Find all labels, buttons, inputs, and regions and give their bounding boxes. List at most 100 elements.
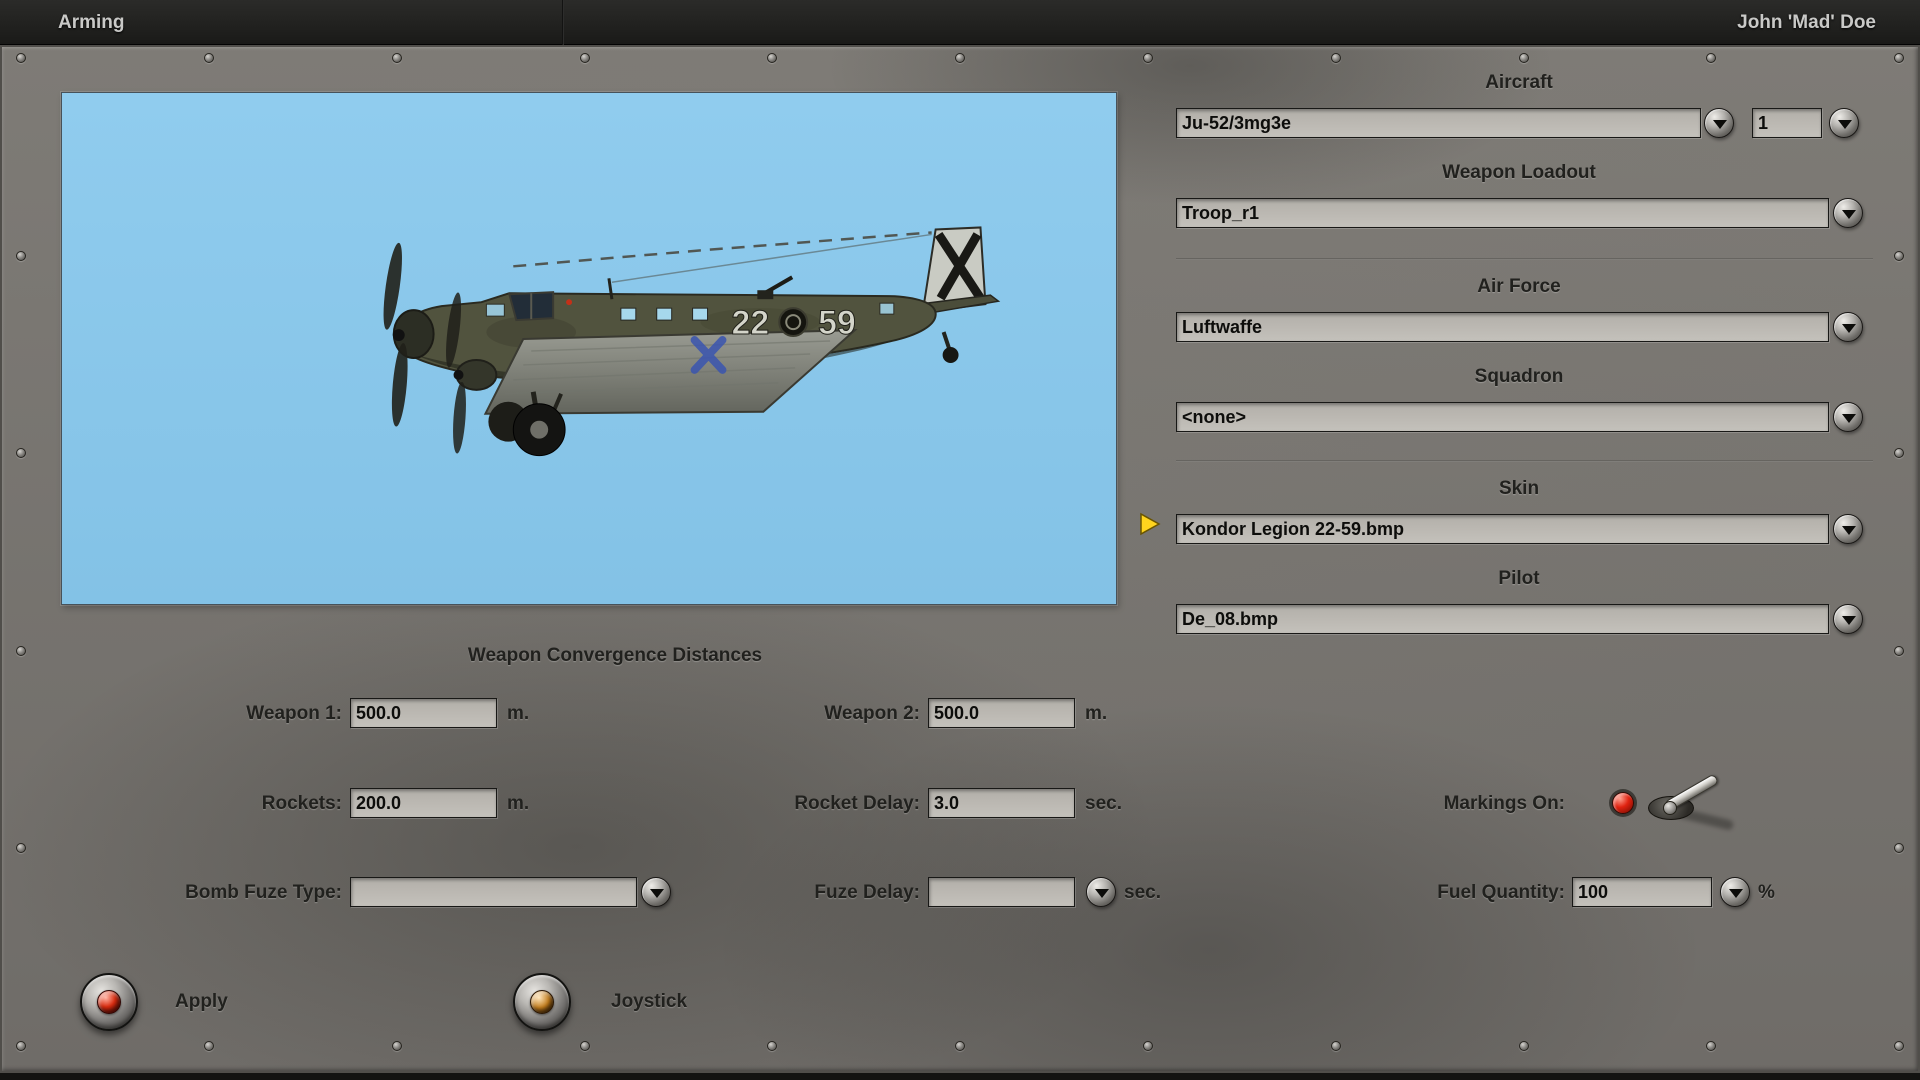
arming-screen: Arming John 'Mad' Doe — [0, 0, 1920, 1080]
rivet-screw — [16, 53, 26, 63]
joystick-button[interactable] — [513, 973, 571, 1031]
skin-arrow[interactable] — [1833, 514, 1863, 544]
separator — [1176, 258, 1873, 260]
red-button-dome — [97, 990, 121, 1014]
chevron-down-icon — [1842, 324, 1856, 333]
rivet-screw — [392, 1041, 402, 1051]
air-force-arrow[interactable] — [1833, 312, 1863, 342]
fuze-delay-input[interactable] — [928, 877, 1075, 907]
skin-select[interactable]: Kondor Legion 22-59.bmp — [1176, 514, 1829, 544]
rivet-screw — [1331, 1041, 1341, 1051]
weapon1-label: Weapon 1: — [142, 703, 342, 725]
aircraft-count-arrow[interactable] — [1829, 108, 1859, 138]
rocket-delay-input[interactable] — [928, 788, 1075, 818]
weapon2-input[interactable] — [928, 698, 1075, 728]
plane-wing — [485, 330, 855, 414]
pilot-select[interactable]: De_08.bmp — [1176, 604, 1829, 634]
bomb-fuze-arrow[interactable] — [641, 877, 671, 907]
air-force-select[interactable]: Luftwaffe — [1176, 312, 1829, 342]
fuselage-number-left: 22 — [732, 304, 770, 342]
rivet-screw — [392, 53, 402, 63]
rivet-screw — [1331, 53, 1341, 63]
weapon1-input[interactable] — [350, 698, 497, 728]
fuel-quantity-input[interactable] — [1572, 877, 1712, 907]
skin-label: Skin — [1176, 478, 1862, 500]
chevron-down-icon — [650, 889, 664, 898]
air-force-label: Air Force — [1176, 276, 1862, 298]
pilot-label: Pilot — [1176, 568, 1862, 590]
rivet-screw — [1706, 1041, 1716, 1051]
rivet-screw — [204, 1041, 214, 1051]
tail-wheel — [943, 332, 959, 363]
fuze-delay-label: Fuze Delay: — [670, 882, 920, 904]
markings-label: Markings On: — [1365, 793, 1565, 815]
fuselage-number-right: 59 — [818, 304, 856, 342]
aircraft-count-input[interactable] — [1752, 108, 1822, 138]
rivet-screw — [955, 1041, 965, 1051]
rivet-screw — [767, 53, 777, 63]
markings-toggle[interactable] — [1596, 766, 1796, 846]
rivet-screw — [1894, 646, 1904, 656]
rivet-screw — [1894, 1041, 1904, 1051]
pilot-arrow[interactable] — [1833, 604, 1863, 634]
fuselage-emblem — [779, 308, 807, 336]
rockets-unit: m. — [507, 793, 529, 815]
weapon2-unit: m. — [1085, 703, 1107, 725]
amber-button-dome — [530, 990, 554, 1014]
screen-title: Arming — [58, 0, 125, 45]
rivet-screw — [1519, 1041, 1529, 1051]
rivet-screw — [204, 53, 214, 63]
chevron-down-icon — [1713, 120, 1727, 129]
rivet-screw — [1143, 53, 1153, 63]
bottom-strip — [0, 1073, 1920, 1080]
rivet-screw — [955, 53, 965, 63]
cursor-pointer-icon — [1138, 512, 1162, 536]
rockets-input[interactable] — [350, 788, 497, 818]
joystick-label: Joystick — [611, 991, 687, 1013]
rivet-screw — [1143, 1041, 1153, 1051]
chevron-down-icon — [1838, 120, 1852, 129]
rivet-screw — [16, 1041, 26, 1051]
chevron-down-icon — [1842, 414, 1856, 423]
apply-button[interactable] — [80, 973, 138, 1031]
weapon2-label: Weapon 2: — [720, 703, 920, 725]
rivet-screw — [16, 251, 26, 261]
fuel-quantity-label: Fuel Quantity: — [1355, 882, 1565, 904]
chevron-down-icon — [1842, 526, 1856, 535]
weapon1-unit: m. — [507, 703, 529, 725]
weapon-loadout-arrow[interactable] — [1833, 198, 1863, 228]
bomb-fuze-select[interactable] — [350, 877, 637, 907]
fuel-quantity-arrow[interactable] — [1720, 877, 1750, 907]
rivet-screw — [1706, 53, 1716, 63]
squadron-arrow[interactable] — [1833, 402, 1863, 432]
aircraft-preview-plane: 22 59 — [62, 93, 1116, 604]
rivet-screw — [1894, 53, 1904, 63]
red-marking-dot — [566, 299, 572, 305]
rivet-screw — [1894, 448, 1904, 458]
rivet-screw — [767, 1041, 777, 1051]
squadron-select[interactable]: <none> — [1176, 402, 1829, 432]
aircraft-select-arrow[interactable] — [1704, 108, 1734, 138]
rivet-screw — [16, 843, 26, 853]
rivet-screw — [1519, 53, 1529, 63]
chevron-down-icon — [1842, 210, 1856, 219]
rockets-label: Rockets: — [142, 793, 342, 815]
squadron-label: Squadron — [1176, 366, 1862, 388]
aircraft-preview: 22 59 — [61, 92, 1117, 605]
apply-label: Apply — [175, 991, 228, 1013]
fuze-delay-arrow[interactable] — [1086, 877, 1116, 907]
convergence-title: Weapon Convergence Distances — [350, 645, 880, 667]
nose-engine-propeller — [380, 242, 434, 427]
chevron-down-icon — [1729, 889, 1743, 898]
chevron-down-icon — [1842, 616, 1856, 625]
rivet-screw — [16, 646, 26, 656]
weapon-loadout-select[interactable]: Troop_r1 — [1176, 198, 1829, 228]
player-name: John 'Mad' Doe — [1737, 0, 1876, 45]
titlebar: Arming John 'Mad' Doe — [0, 0, 1920, 45]
aircraft-select[interactable]: Ju-52/3mg3e — [1176, 108, 1701, 138]
chevron-down-icon — [1095, 889, 1109, 898]
weapon-loadout-label: Weapon Loadout — [1176, 162, 1862, 184]
rivet-screw — [580, 1041, 590, 1051]
indicator-lamp-red — [1612, 792, 1634, 814]
aircraft-label: Aircraft — [1176, 72, 1862, 94]
